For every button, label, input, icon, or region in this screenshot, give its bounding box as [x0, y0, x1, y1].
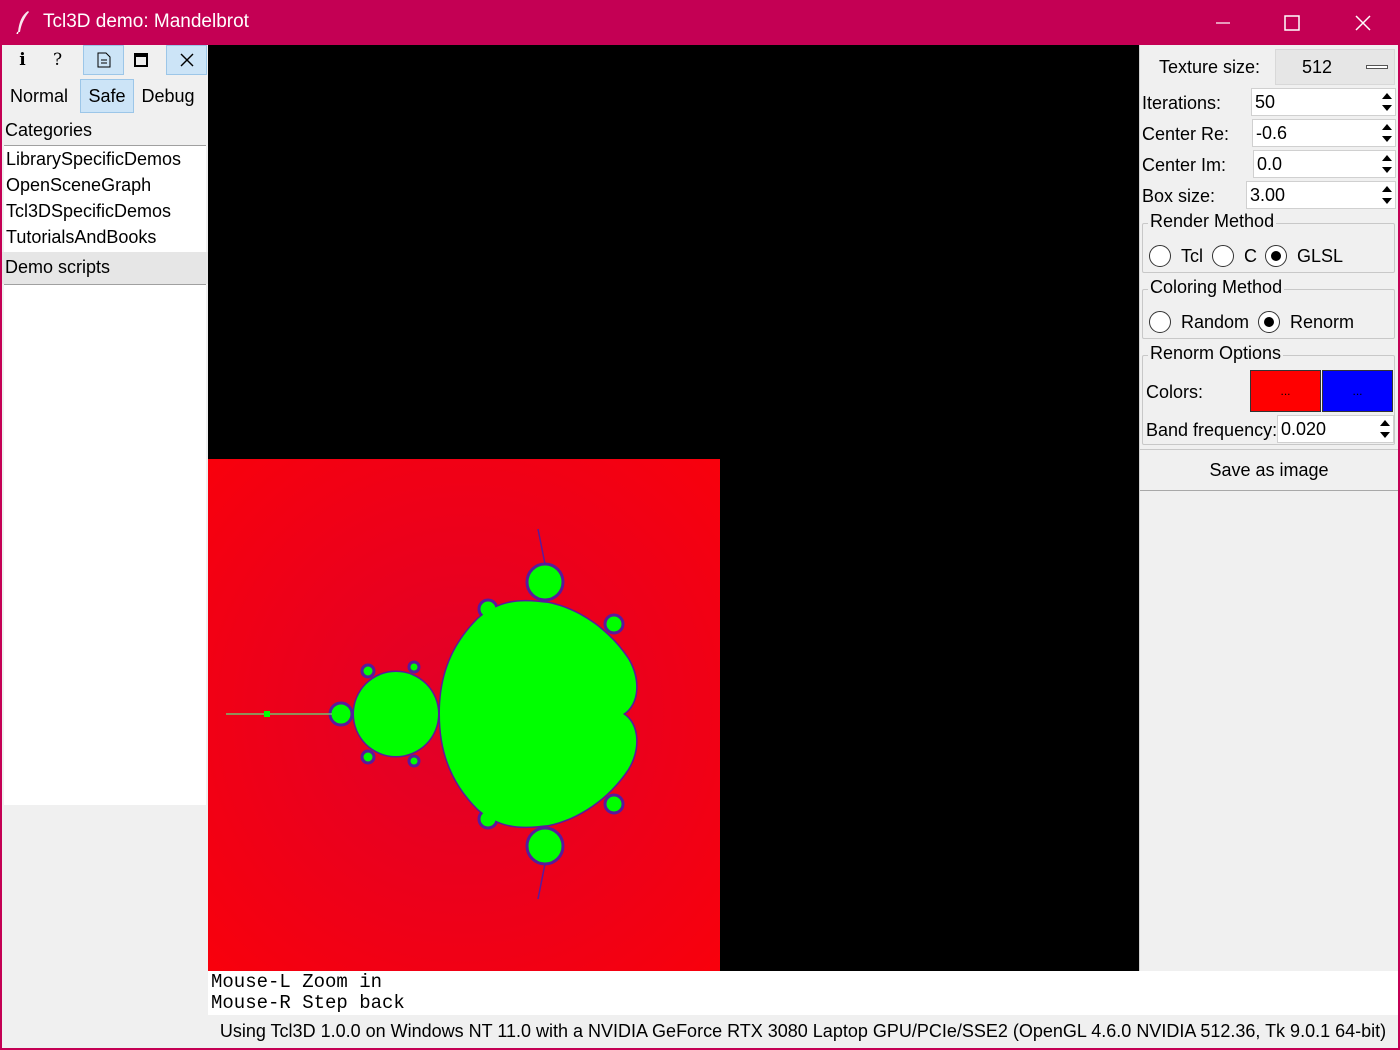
color2-button[interactable]: ... — [1322, 370, 1393, 412]
center-im-label: Center Im: — [1142, 155, 1227, 175]
spin-arrows-icon[interactable] — [1377, 416, 1393, 442]
colors-label: Colors: — [1146, 382, 1204, 402]
radio-selected-icon — [1265, 245, 1287, 267]
radio-icon — [1149, 245, 1171, 267]
radio-icon — [1149, 311, 1171, 333]
radio-glsl[interactable]: GLSL — [1265, 245, 1343, 267]
band-frequency-spinbox[interactable]: 0.020 — [1277, 415, 1394, 443]
dropdown-icon — [1366, 65, 1388, 69]
texture-size-combo[interactable]: 512 — [1275, 49, 1395, 85]
list-item[interactable]: OpenSceneGraph — [4, 172, 206, 198]
categories-label: Categories — [5, 120, 93, 140]
close-icon — [1355, 14, 1371, 31]
mode-selector: Normal Safe Debug — [2, 79, 208, 113]
center-re-value: -0.6 — [1256, 123, 1288, 143]
demo-scripts-list[interactable] — [4, 284, 206, 805]
mode-normal-button[interactable]: Normal — [4, 79, 74, 113]
iterations-label: Iterations: — [1142, 93, 1222, 113]
feather-icon — [14, 10, 34, 35]
maximize-icon — [1284, 14, 1300, 31]
info-line: Mouse-L Zoom in — [211, 971, 383, 993]
status-bar: Using Tcl3D 1.0.0 on Windows NT 11.0 wit… — [219, 1021, 1387, 1041]
radio-renorm[interactable]: Renorm — [1258, 311, 1354, 333]
spin-arrows-icon[interactable] — [1379, 120, 1395, 146]
radio-label: C — [1244, 245, 1257, 266]
document-icon — [97, 52, 110, 68]
client-area: i ? Normal Safe Debug Categories Library… — [2, 45, 1398, 1048]
render-method-group: Render Method Tcl C GLSL — [1142, 211, 1395, 273]
spin-arrows-icon[interactable] — [1379, 182, 1395, 208]
texture-size-label: Texture size: — [1159, 57, 1261, 77]
settings-panel: Texture size: 512 Iterations: 50 Center … — [1139, 45, 1398, 971]
list-item[interactable]: LibrarySpecificDemos — [4, 146, 206, 172]
coloring-method-label: Coloring Method — [1148, 277, 1285, 298]
help-icon: ? — [52, 50, 63, 70]
info-line: Mouse-R Step back — [211, 992, 405, 1014]
renorm-options-group: Renorm Options Colors: ... ... Band freq… — [1142, 343, 1395, 445]
band-frequency-value: 0.020 — [1281, 419, 1327, 439]
radio-label: GLSL — [1297, 245, 1344, 266]
color1-button[interactable]: ... — [1250, 370, 1321, 412]
box-size-value: 3.00 — [1250, 185, 1286, 205]
list-item[interactable]: TutorialsAndBooks — [4, 224, 206, 250]
fullscreen-icon — [133, 53, 148, 67]
coloring-method-group: Coloring Method Random Renorm — [1142, 277, 1395, 339]
close-demo-button[interactable] — [166, 45, 207, 75]
center-im-value: 0.0 — [1257, 154, 1283, 174]
center-im-spinbox[interactable]: 0.0 — [1253, 150, 1396, 178]
close-icon — [180, 53, 193, 67]
fullscreen-button[interactable] — [120, 45, 161, 75]
center-re-label: Center Re: — [1142, 124, 1230, 144]
title-bar: Tcl3D demo: Mandelbrot — [0, 0, 1400, 45]
radio-selected-icon — [1258, 311, 1280, 333]
mode-debug-button[interactable]: Debug — [136, 79, 200, 113]
toolbar: i ? — [2, 45, 208, 75]
box-size-spinbox[interactable]: 3.00 — [1246, 181, 1396, 209]
window-title: Tcl3D demo: Mandelbrot — [43, 11, 249, 32]
radio-random[interactable]: Random — [1149, 311, 1249, 333]
iterations-spinbox[interactable]: 50 — [1251, 88, 1396, 116]
maximize-button[interactable] — [1257, 0, 1327, 45]
spin-arrows-icon[interactable] — [1379, 89, 1395, 115]
list-item[interactable]: Tcl3DSpecificDemos — [4, 198, 206, 224]
document-button[interactable] — [83, 45, 124, 75]
help-button[interactable]: ? — [37, 45, 78, 75]
radio-c[interactable]: C — [1212, 245, 1257, 267]
minimize-button[interactable] — [1188, 0, 1258, 45]
radio-label: Tcl — [1181, 245, 1203, 266]
band-frequency-label: Band frequency: — [1146, 420, 1278, 440]
radio-label: Random — [1181, 311, 1250, 332]
spin-arrows-icon[interactable] — [1379, 151, 1395, 177]
demo-scripts-label: Demo scripts — [5, 257, 111, 277]
info-icon: i — [19, 50, 26, 70]
close-window-button[interactable] — [1328, 0, 1398, 45]
info-text: Mouse-L Zoom in Mouse-R Step back — [208, 971, 1398, 1015]
render-method-label: Render Method — [1148, 211, 1277, 232]
radio-label: Renorm — [1290, 311, 1355, 332]
mode-safe-button[interactable]: Safe — [80, 79, 134, 113]
renorm-options-label: Renorm Options — [1148, 343, 1284, 364]
radio-tcl[interactable]: Tcl — [1149, 245, 1203, 267]
render-canvas[interactable] — [208, 45, 1139, 971]
left-panel: i ? Normal Safe Debug Categories Library… — [2, 45, 208, 971]
box-size-label: Box size: — [1142, 186, 1216, 206]
save-as-image-button[interactable]: Save as image — [1140, 449, 1398, 491]
texture-size-value: 512 — [1302, 57, 1333, 77]
iterations-value: 50 — [1255, 92, 1276, 112]
radio-icon — [1212, 245, 1234, 267]
mandelbrot-image[interactable] — [208, 459, 720, 971]
minimize-icon — [1216, 21, 1230, 24]
categories-list[interactable]: LibrarySpecificDemos OpenSceneGraph Tcl3… — [4, 145, 206, 252]
center-re-spinbox[interactable]: -0.6 — [1252, 119, 1396, 147]
demo-scripts-header: Demo scripts — [2, 252, 208, 284]
